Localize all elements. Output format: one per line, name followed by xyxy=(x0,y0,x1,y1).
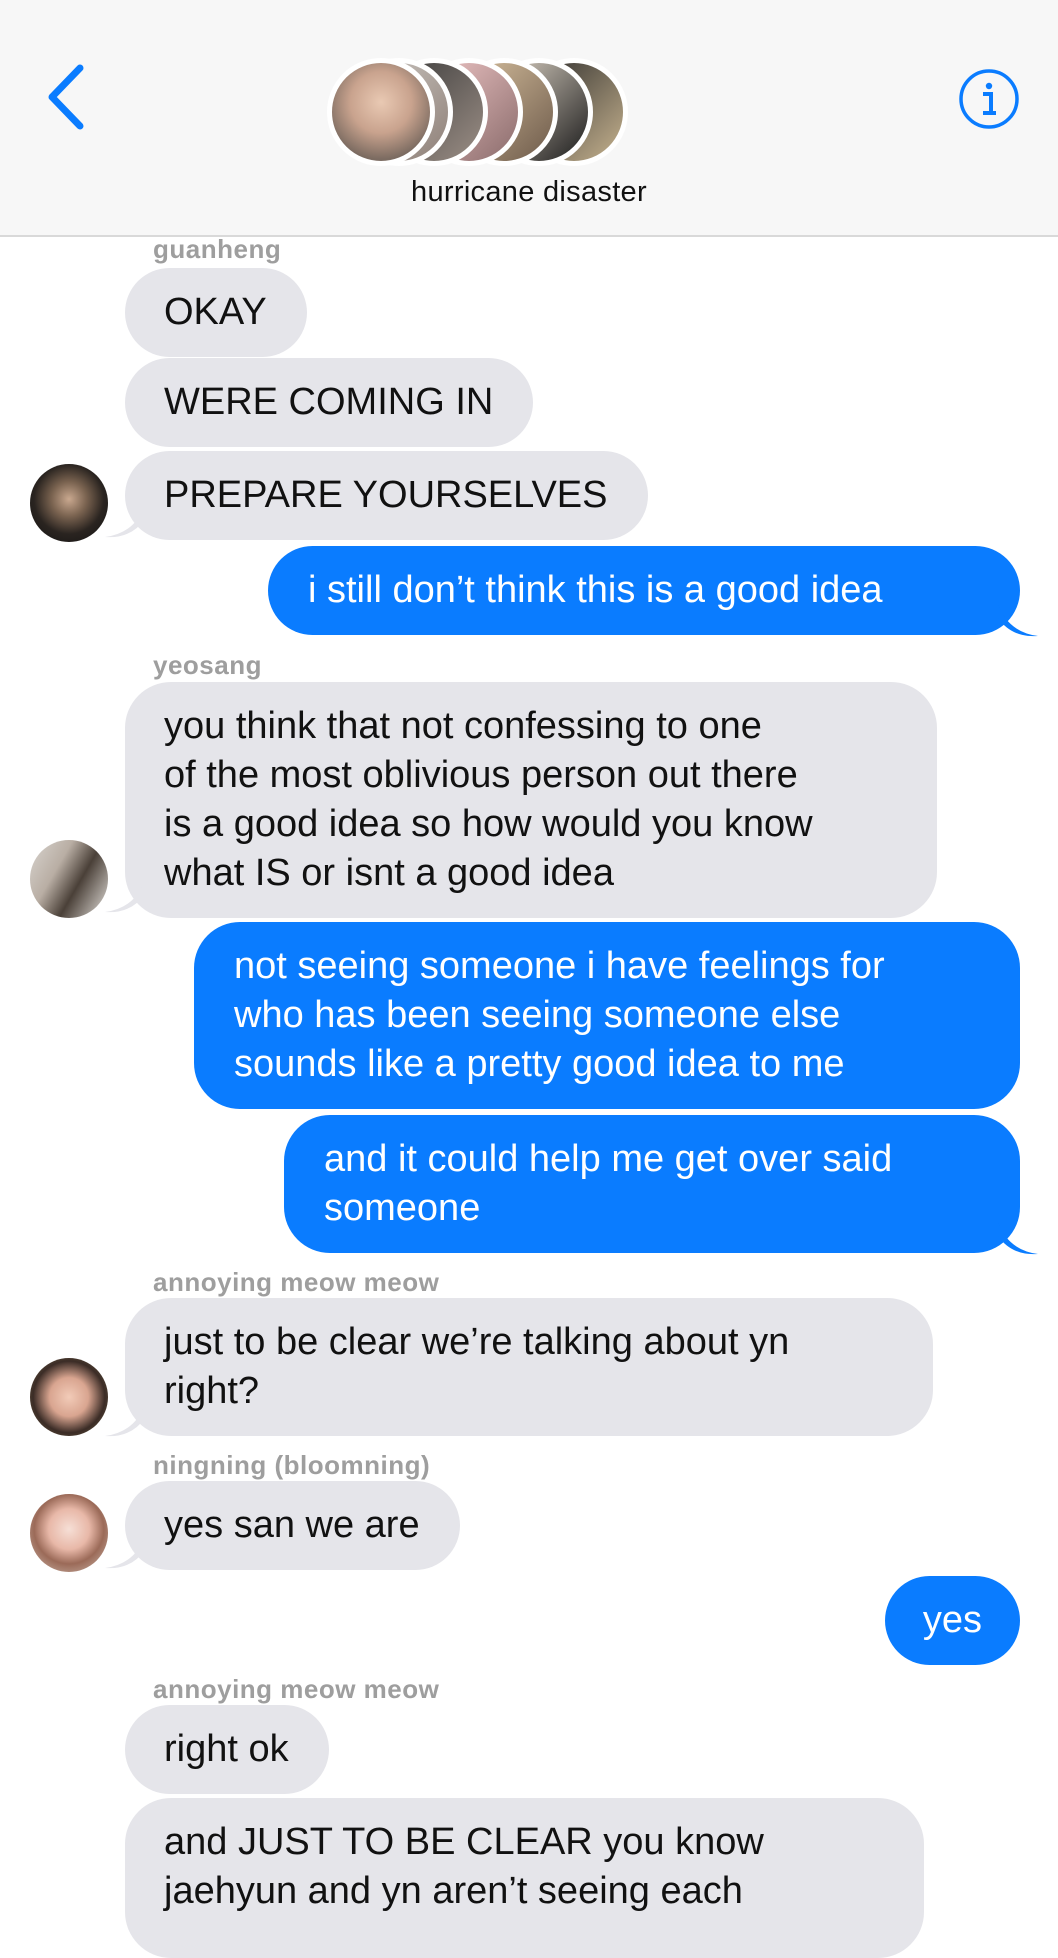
sender-name: guanheng xyxy=(153,234,282,264)
outgoing-message[interactable]: and it could help me get over said someo… xyxy=(284,1115,1020,1253)
bubble-tail xyxy=(105,1404,145,1437)
sender-avatar[interactable] xyxy=(30,1494,108,1572)
bubble-tail xyxy=(105,1536,145,1569)
bubble-tail xyxy=(105,880,145,913)
outgoing-message[interactable]: not seeing someone i have feelings for w… xyxy=(194,922,1020,1109)
info-circle-icon[interactable] xyxy=(958,68,1020,130)
incoming-message[interactable]: right ok xyxy=(125,1705,329,1794)
chevron-left-icon[interactable] xyxy=(42,62,92,132)
sender-avatar[interactable] xyxy=(30,464,108,542)
conversation-header: hurricane disaster xyxy=(0,0,1058,237)
incoming-message[interactable]: OKAY xyxy=(125,268,307,357)
bubble-tail xyxy=(105,505,145,538)
group-member-avatar xyxy=(327,58,435,166)
sender-avatar[interactable] xyxy=(30,1358,108,1436)
incoming-message[interactable]: PREPARE YOURSELVES xyxy=(125,451,648,540)
incoming-message[interactable]: just to be clear we’re talking about yn … xyxy=(125,1298,933,1436)
bubble-tail xyxy=(998,1222,1038,1255)
sender-avatar[interactable] xyxy=(30,840,108,918)
sender-name: yeosang xyxy=(153,650,262,680)
group-avatar-stack[interactable] xyxy=(327,58,655,166)
outgoing-message[interactable]: i still don’t think this is a good idea xyxy=(268,546,1020,635)
sender-name: annoying meow meow xyxy=(153,1674,440,1704)
incoming-message[interactable]: yes san we are xyxy=(125,1481,460,1570)
chat-title[interactable]: hurricane disaster xyxy=(0,176,1058,209)
incoming-message[interactable]: you think that not confessing to one of … xyxy=(125,682,937,918)
sender-name: ningning (bloomning) xyxy=(153,1450,431,1480)
bubble-tail xyxy=(998,604,1038,637)
outgoing-message[interactable]: yes xyxy=(884,1576,1020,1665)
sender-name: annoying meow meow xyxy=(153,1267,440,1297)
incoming-message[interactable]: and JUST TO BE CLEAR you know jaehyun an… xyxy=(125,1798,924,1958)
incoming-message[interactable]: WERE COMING IN xyxy=(125,358,534,447)
